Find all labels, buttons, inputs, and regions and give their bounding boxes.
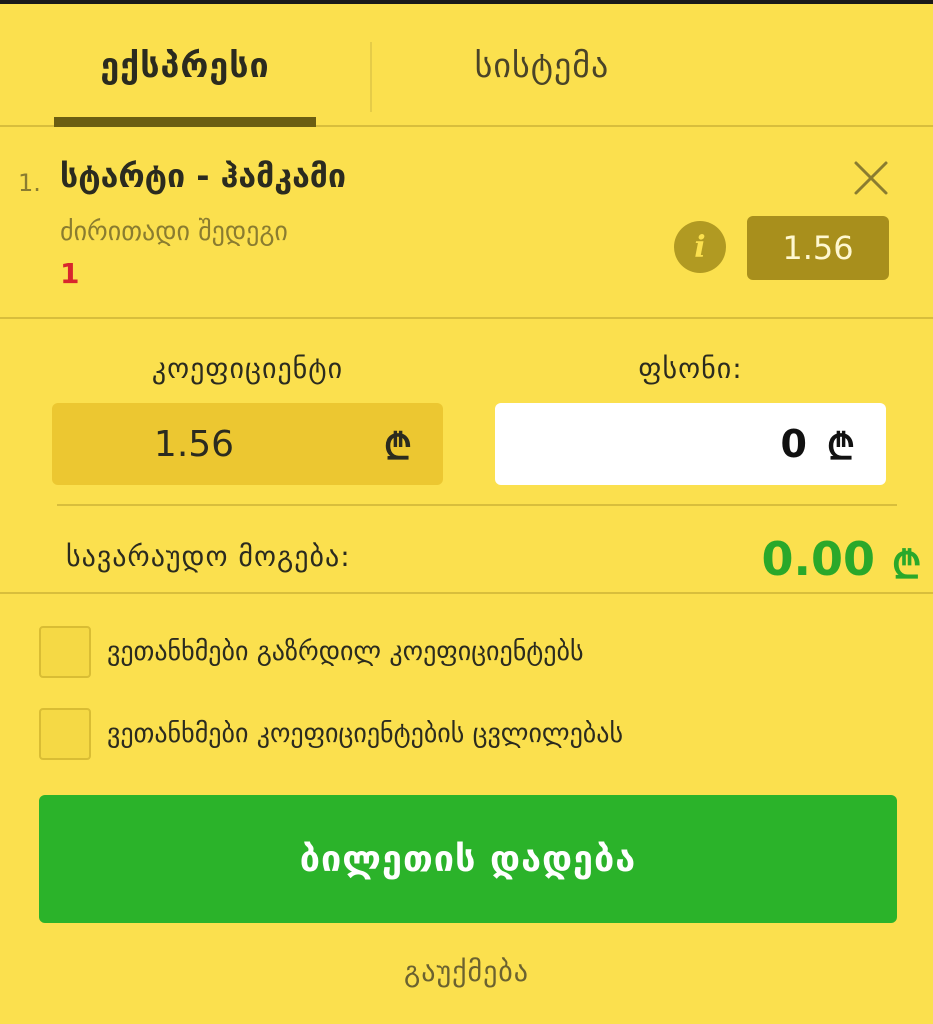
possible-win-label: სავარაუდო მოგება: xyxy=(66,540,351,573)
accept-odds-changes-label: ვეთანხმები კოეფიციენტების ცვლილებას xyxy=(107,719,624,749)
cancel-button[interactable]: გაუქმება xyxy=(0,955,933,1005)
bet-selection: 1. სტარტი - ჰამკამი ძირითადი შედეგი 1 i … xyxy=(0,127,933,319)
betslip-panel: ექსპრესი სისტემა 1. სტარტი - ჰამკამი ძირ… xyxy=(0,0,933,1024)
coefficient-field: 1.56 ₾ xyxy=(52,403,443,485)
remove-selection-button[interactable] xyxy=(848,155,894,201)
lari-currency-icon: ₾ xyxy=(892,543,922,587)
accept-increased-odds-option[interactable]: ვეთანხმები გაზრდილ კოეფიციენტებს xyxy=(39,626,899,678)
active-tab-indicator xyxy=(54,117,316,127)
tab-system[interactable]: სისტემა xyxy=(372,4,712,127)
info-icon[interactable]: i xyxy=(674,221,726,273)
selection-title: სტარტი - ჰამკამი xyxy=(60,157,346,195)
coefficient-label: კოეფიციენტი xyxy=(151,352,344,385)
tab-express[interactable]: ექსპრესი xyxy=(54,4,316,127)
lari-currency-icon: ₾ xyxy=(384,427,412,468)
accept-odds-changes-checkbox[interactable] xyxy=(39,708,91,760)
accept-odds-changes-option[interactable]: ვეთანხმები კოეფიციენტების ცვლილებას xyxy=(39,708,899,760)
close-icon xyxy=(854,161,888,195)
stake-field[interactable]: ₾ xyxy=(495,403,886,485)
coefficient-value: 1.56 xyxy=(153,423,235,465)
betslip-tabs: ექსპრესი სისტემა xyxy=(0,4,933,127)
selection-market: ძირითადი შედეგი xyxy=(60,217,288,247)
stake-input[interactable] xyxy=(507,413,807,475)
selection-number: 1. xyxy=(18,169,41,197)
selection-outcome: 1 xyxy=(60,257,80,290)
selection-odd-badge: 1.56 xyxy=(747,216,889,280)
accept-increased-odds-checkbox[interactable] xyxy=(39,626,91,678)
possible-win-row: სავარაუდო მოგება: 0.00 ₾ xyxy=(0,506,933,594)
stake-label: ფსონი: xyxy=(638,352,743,385)
place-bet-button[interactable]: ბილეთის დადება xyxy=(39,795,897,923)
possible-win-value: 0.00 xyxy=(761,532,876,586)
accept-increased-odds-label: ვეთანხმები გაზრდილ კოეფიციენტებს xyxy=(107,637,584,667)
lari-currency-icon: ₾ xyxy=(827,427,855,468)
